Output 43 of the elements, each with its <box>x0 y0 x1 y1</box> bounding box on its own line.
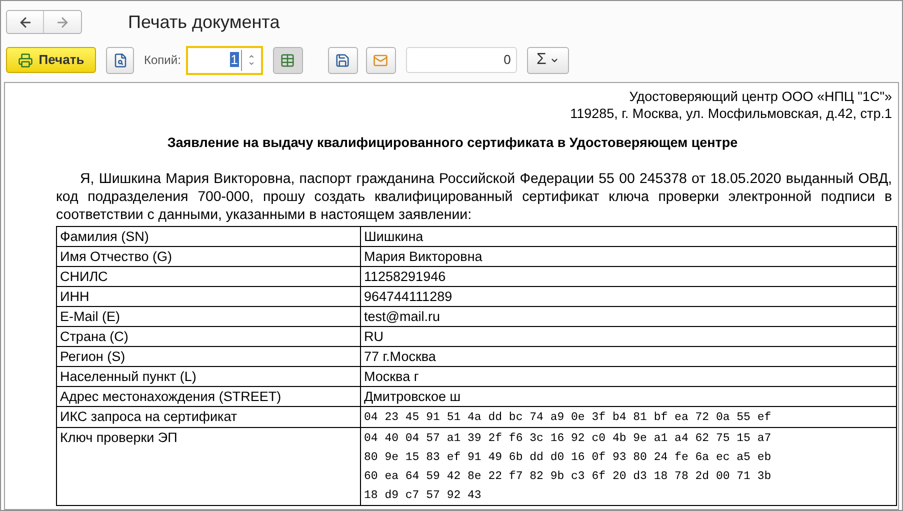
field-value: 11258291946 <box>360 266 896 287</box>
field-value: Дмитровское ш <box>360 386 896 407</box>
field-value: 04 23 45 91 51 4a dd bc 74 a9 0e 3f b4 81 bf ea 72 0a 55 ef <box>360 406 896 428</box>
email-button[interactable] <box>366 46 396 74</box>
page-search-icon <box>112 52 128 68</box>
save-button[interactable] <box>328 46 358 74</box>
field-label: ИНН <box>56 286 360 307</box>
copies-value: 1 <box>230 52 239 68</box>
sum-button[interactable]: Σ <box>526 46 569 74</box>
field-value: 04 40 04 57 a1 39 2f f6 3c 16 92 c0 4b 9e a1 a4 62 75 15 a7 80 9e 15 83 ef 91 49 6b dd d0 16 0f 93 80 24 fe 6a ec a5 eb 60 ea 64 59 42 8e 22 f7 82 9b c3 6f 20 d3 18 78 2d 00 71 3b 18 d9 c7 57 92 43 <box>360 428 896 506</box>
window-title: Печать документа <box>128 10 280 34</box>
field-value: 964744111289 <box>360 286 896 307</box>
envelope-icon <box>373 52 388 68</box>
print-button[interactable]: Печать <box>6 47 96 73</box>
printer-icon <box>18 52 33 68</box>
field-value: Мария Викторовна <box>360 246 896 267</box>
field-value: Шишкина <box>360 226 896 247</box>
document-heading: Заявление на выдачу квалифицированного сертификата в Удостоверяющем центре <box>166 134 739 152</box>
field-label: ИКС запроса на сертификат <box>56 406 360 428</box>
field-label: Фамилия (SN) <box>56 226 360 247</box>
field-value: 77 г.Москва <box>360 346 896 367</box>
document-paragraph: Я, Шишкина Мария Викторовна, паспорт гражданина Российской Федерации 55 00 245378 от 18.05.2020 выданный ОВД, код подразделения 700-000, прошу создать квалифицированный сертификат ключа проверки электронной подписи в соответствии с данными, указанными в настоящем заявлении: <box>56 170 892 224</box>
forward-arrow-icon <box>55 14 70 30</box>
field-label: Населенный пункт (L) <box>56 366 360 387</box>
issuer-line: 119285, г. Москва, ул. Мосфильмовская, д.42, стр.1 <box>570 105 892 122</box>
field-label: СНИЛС <box>56 266 360 287</box>
field-value: Москва г <box>360 366 896 387</box>
copies-label: Копий: <box>144 52 181 69</box>
edit-table-button[interactable] <box>272 46 303 74</box>
issuer-line: Удостоверяющий центр ООО «НПЦ "1С"» <box>629 88 892 105</box>
field-label: Ключ проверки ЭП <box>56 428 360 506</box>
copies-field[interactable]: 1 <box>186 46 263 74</box>
table-icon <box>280 52 296 68</box>
sum-field[interactable]: 0 <box>406 47 517 73</box>
field-label: Имя Отчество (G) <box>56 246 360 267</box>
field-label: Адрес местонахождения (STREET) <box>56 386 360 407</box>
save-icon <box>335 52 350 68</box>
field-value: test@mail.ru <box>360 306 896 327</box>
field-label: E-Mail (E) <box>56 306 360 327</box>
field-label: Регион (S) <box>56 346 360 367</box>
field-label: Страна (C) <box>56 326 360 347</box>
field-value: RU <box>360 326 896 347</box>
preview-button[interactable] <box>106 46 134 74</box>
